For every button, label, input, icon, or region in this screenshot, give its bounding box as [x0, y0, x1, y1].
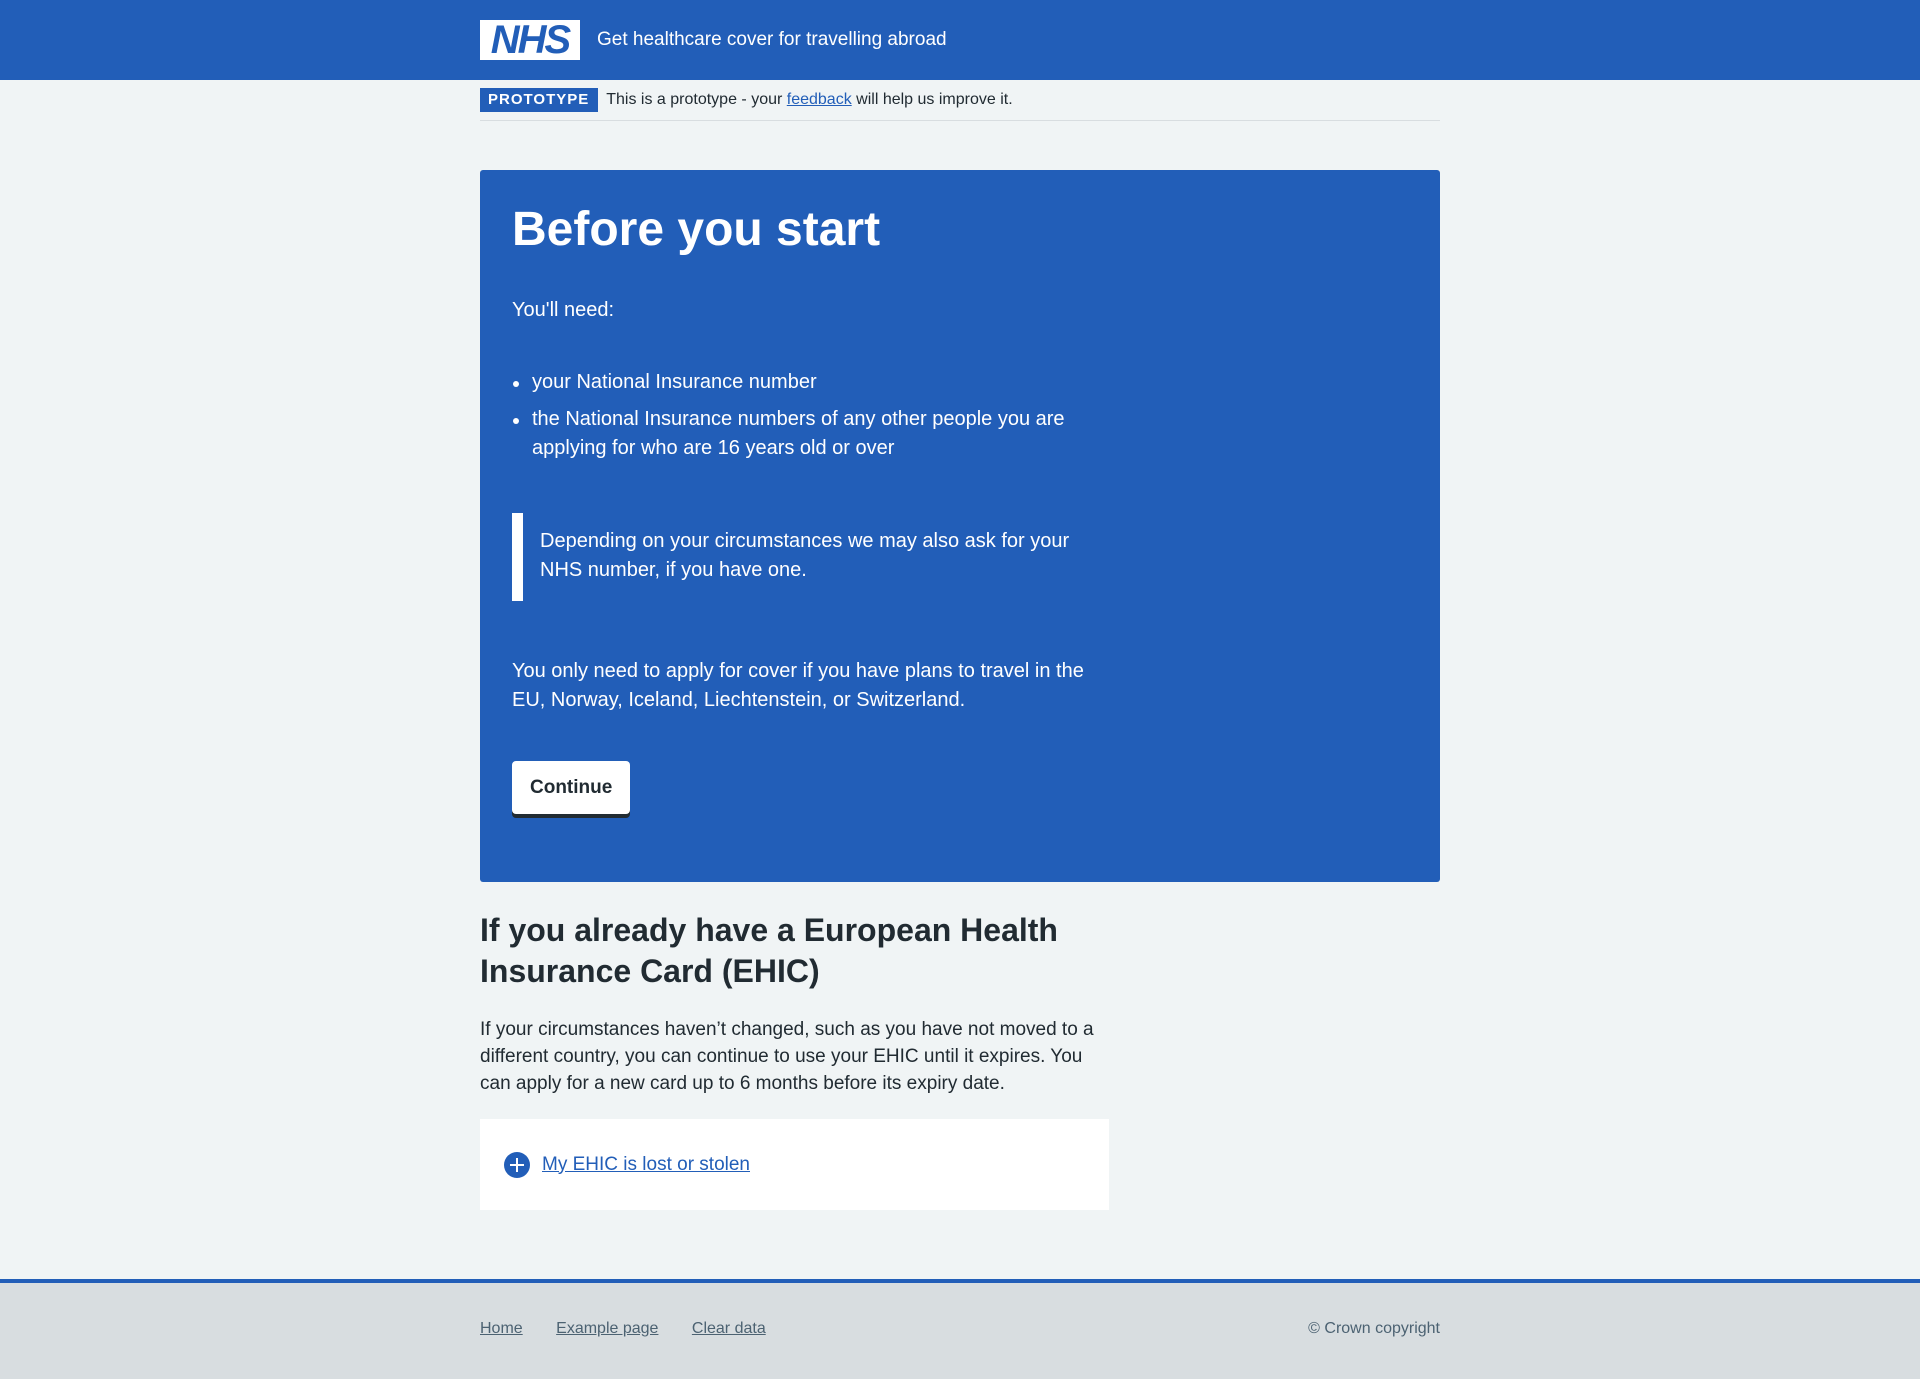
service-name[interactable]: Get healthcare cover for travelling abro…	[597, 29, 947, 51]
site-header: NHS Get healthcare cover for travelling …	[0, 0, 1920, 80]
footer-container: Home Example page Clear data © Crown cop…	[480, 1283, 1440, 1375]
phase-text-before: This is a prototype - your	[606, 91, 787, 108]
phase-tag: PROTOTYPE	[480, 88, 599, 112]
site-footer: Home Example page Clear data © Crown cop…	[0, 1279, 1920, 1379]
list-item: the National Insurance numbers of any ot…	[512, 405, 1112, 463]
you-will-need-text: You'll need:	[512, 299, 615, 321]
nhs-logo-text: NHS	[490, 18, 571, 62]
footer-link-example-page[interactable]: Example page	[556, 1320, 658, 1337]
list-item: your National Insurance number	[512, 368, 1112, 397]
nhs-logo[interactable]: NHS	[480, 20, 580, 60]
ehic-section: If you already have a European Health In…	[480, 910, 1440, 1210]
ehic-lost-link[interactable]: My EHIC is lost or stolen	[542, 1154, 750, 1176]
phase-banner: PROTOTYPE This is a prototype - your fee…	[480, 80, 1440, 121]
ehic-body: If your circumstances haven’t changed, s…	[480, 1019, 1094, 1094]
header-container: NHS Get healthcare cover for travelling …	[480, 0, 1440, 80]
plus-circle-icon[interactable]	[504, 1151, 530, 1178]
footer-link-clear-data[interactable]: Clear data	[692, 1320, 766, 1337]
inset-text-content: Depending on your circumstances we may a…	[540, 530, 1070, 581]
ehic-lost-details[interactable]: My EHIC is lost or stolen	[480, 1119, 1109, 1210]
page-title: Before you start	[512, 203, 881, 256]
requirements-list: your National Insurance number the Natio…	[512, 368, 1112, 463]
inset-text: Depending on your circumstances we may a…	[512, 513, 1102, 601]
eligibility-text: You only need to apply for cover if you …	[512, 660, 1084, 711]
phase-banner-text: This is a prototype - your feedback will…	[606, 91, 1012, 109]
continue-button[interactable]: Continue	[512, 761, 631, 814]
phase-text-after: will help us improve it.	[851, 91, 1013, 108]
ehic-heading: If you already have a European Health In…	[480, 912, 1058, 989]
copyright: © Crown copyright	[1308, 1320, 1440, 1337]
before-you-start-panel: Before you start You'll need: your Natio…	[480, 170, 1440, 882]
feedback-link[interactable]: feedback	[787, 91, 852, 108]
footer-links: Home Example page Clear data	[480, 1320, 795, 1338]
footer-link-home[interactable]: Home	[480, 1320, 523, 1337]
